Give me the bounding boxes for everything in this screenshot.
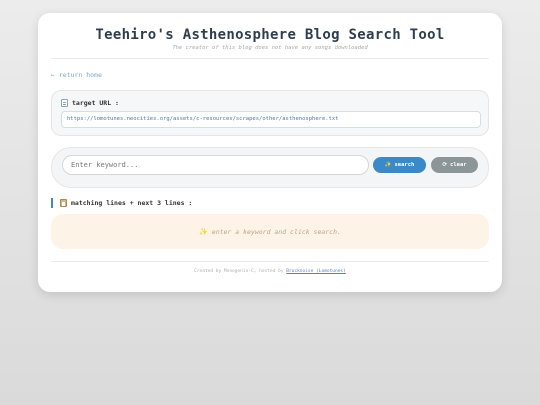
target-url-label-row: target URL : bbox=[61, 99, 119, 107]
sparkle-icon: ✨ bbox=[384, 162, 392, 168]
target-url-label: target URL : bbox=[72, 99, 119, 107]
page-title: Teehiro's Asthenosphere Blog Search Tool bbox=[95, 27, 445, 43]
clipboard-icon bbox=[60, 199, 67, 207]
refresh-icon: ⟳ bbox=[442, 162, 448, 168]
keyword-search-input[interactable] bbox=[62, 155, 369, 175]
page-subtitle: The creator of this blog does not have a… bbox=[172, 45, 368, 51]
empty-results-message: enter a keyword and click search. bbox=[211, 227, 341, 236]
target-url-field[interactable]: https://lomotunes.neocities.org/assets/c… bbox=[61, 111, 481, 128]
header-divider bbox=[51, 58, 489, 59]
clear-button[interactable]: ⟳ clear bbox=[431, 157, 478, 173]
search-button[interactable]: ✨ search bbox=[373, 157, 426, 173]
main-card: Teehiro's Asthenosphere Blog Search Tool… bbox=[38, 13, 502, 292]
clear-button-label: clear bbox=[450, 162, 467, 168]
results-area: ✨ enter a keyword and click search. bbox=[51, 214, 489, 249]
results-header-label: matching lines + next 3 lines : bbox=[71, 199, 193, 207]
footer: Created by Monogenio-C, hosted by Bruckn… bbox=[38, 269, 502, 274]
search-panel: ✨ search ⟳ clear bbox=[51, 147, 489, 188]
footer-host-link[interactable]: Brucknoise (Lomotunes) bbox=[286, 269, 346, 274]
target-url-panel: target URL : https://lomotunes.neocities… bbox=[51, 90, 489, 136]
footer-divider bbox=[51, 261, 489, 262]
results-header: matching lines + next 3 lines : bbox=[51, 198, 192, 208]
search-button-label: search bbox=[394, 162, 415, 168]
sparkle-icon: ✨ bbox=[199, 227, 208, 236]
document-icon bbox=[61, 99, 68, 107]
return-home-link[interactable]: ← return home bbox=[51, 71, 102, 79]
footer-credit: Created by Monogenio-C, hosted by bbox=[194, 269, 287, 274]
